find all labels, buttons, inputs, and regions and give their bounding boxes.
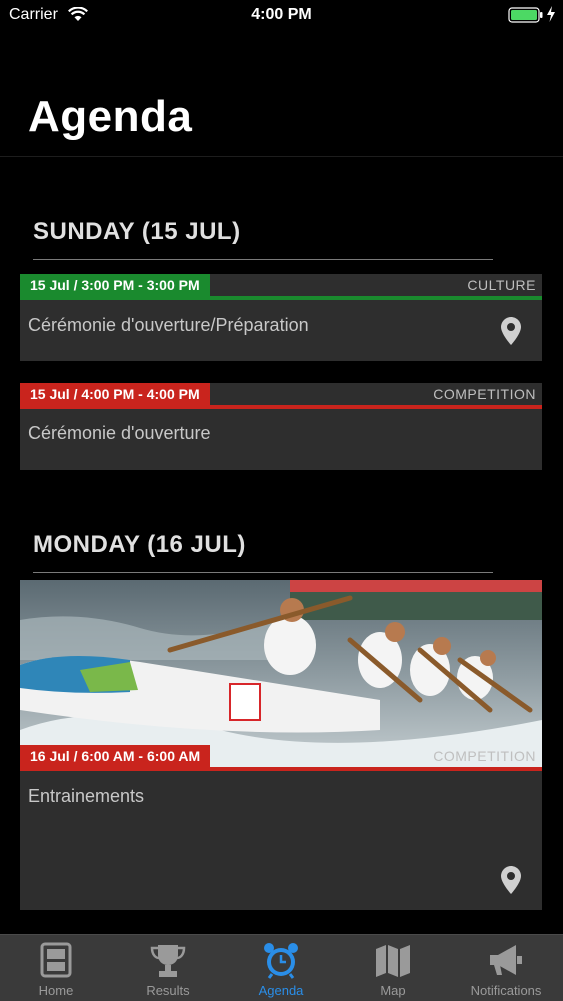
event-color-line xyxy=(20,405,542,409)
outrigger-canoe-image xyxy=(20,580,542,770)
tab-map[interactable]: Map xyxy=(337,935,449,1001)
tab-home[interactable]: Home xyxy=(0,935,112,1001)
section-header-sunday: SUNDAY (15 JUL) xyxy=(33,218,241,245)
tab-label: Notifications xyxy=(470,983,542,998)
map-pin-icon[interactable] xyxy=(500,865,522,895)
event-date-badge: 16 Jul / 6:00 AM - 6:00 AM xyxy=(20,745,211,767)
battery-icon xyxy=(508,7,543,23)
map-pin-icon[interactable] xyxy=(500,316,522,346)
event-category: COMPETITION xyxy=(433,386,536,402)
header-divider xyxy=(0,156,563,157)
event-color-line xyxy=(20,296,542,300)
trophy-icon xyxy=(150,945,186,977)
section-divider xyxy=(33,259,493,260)
event-card[interactable]: 15 Jul / 3:00 PM - 3:00 PM CULTURE Cérém… xyxy=(20,274,542,361)
section-header-monday: MONDAY (16 JUL) xyxy=(33,531,246,558)
event-header-bar: 15 Jul / 3:00 PM - 3:00 PM CULTURE xyxy=(20,274,542,300)
clock: 4:00 PM xyxy=(251,6,312,23)
alarm-clock-icon xyxy=(264,943,298,979)
event-title: Cérémonie d'ouverture/Préparation xyxy=(28,315,309,335)
event-photo[interactable] xyxy=(20,580,542,770)
tab-label: Home xyxy=(38,983,74,998)
tab-label: Results xyxy=(146,983,190,998)
megaphone-icon xyxy=(490,945,522,975)
tab-notifications[interactable]: Notifications xyxy=(450,935,562,1001)
tab-bar: Home Results Agenda Map Notifications xyxy=(0,934,563,1001)
tab-label: Agenda xyxy=(258,983,304,998)
event-category: COMPETITION xyxy=(433,748,536,764)
event-date-badge: 15 Jul / 3:00 PM - 3:00 PM xyxy=(20,274,210,296)
event-date-badge: 15 Jul / 4:00 PM - 4:00 PM xyxy=(20,383,210,405)
tab-agenda[interactable]: Agenda xyxy=(225,935,337,1001)
event-card[interactable]: 16 Jul / 6:00 AM - 6:00 AM COMPETITION E… xyxy=(20,745,542,910)
event-category: CULTURE xyxy=(467,277,536,293)
tab-results[interactable]: Results xyxy=(112,935,224,1001)
charging-bolt-icon xyxy=(547,6,555,22)
status-bar: Carrier 4:00 PM xyxy=(0,0,563,30)
tab-label: Map xyxy=(380,983,406,998)
section-divider xyxy=(33,572,493,573)
event-card[interactable]: 15 Jul / 4:00 PM - 4:00 PM COMPETITION C… xyxy=(20,383,542,470)
event-header-bar: 16 Jul / 6:00 AM - 6:00 AM COMPETITION xyxy=(20,745,542,771)
event-header-bar: 15 Jul / 4:00 PM - 4:00 PM COMPETITION xyxy=(20,383,542,409)
event-title: Cérémonie d'ouverture xyxy=(28,423,211,443)
map-icon xyxy=(376,945,410,977)
home-icon xyxy=(40,942,72,978)
event-title: Entrainements xyxy=(28,786,145,806)
page-title: Agenda xyxy=(28,92,193,141)
